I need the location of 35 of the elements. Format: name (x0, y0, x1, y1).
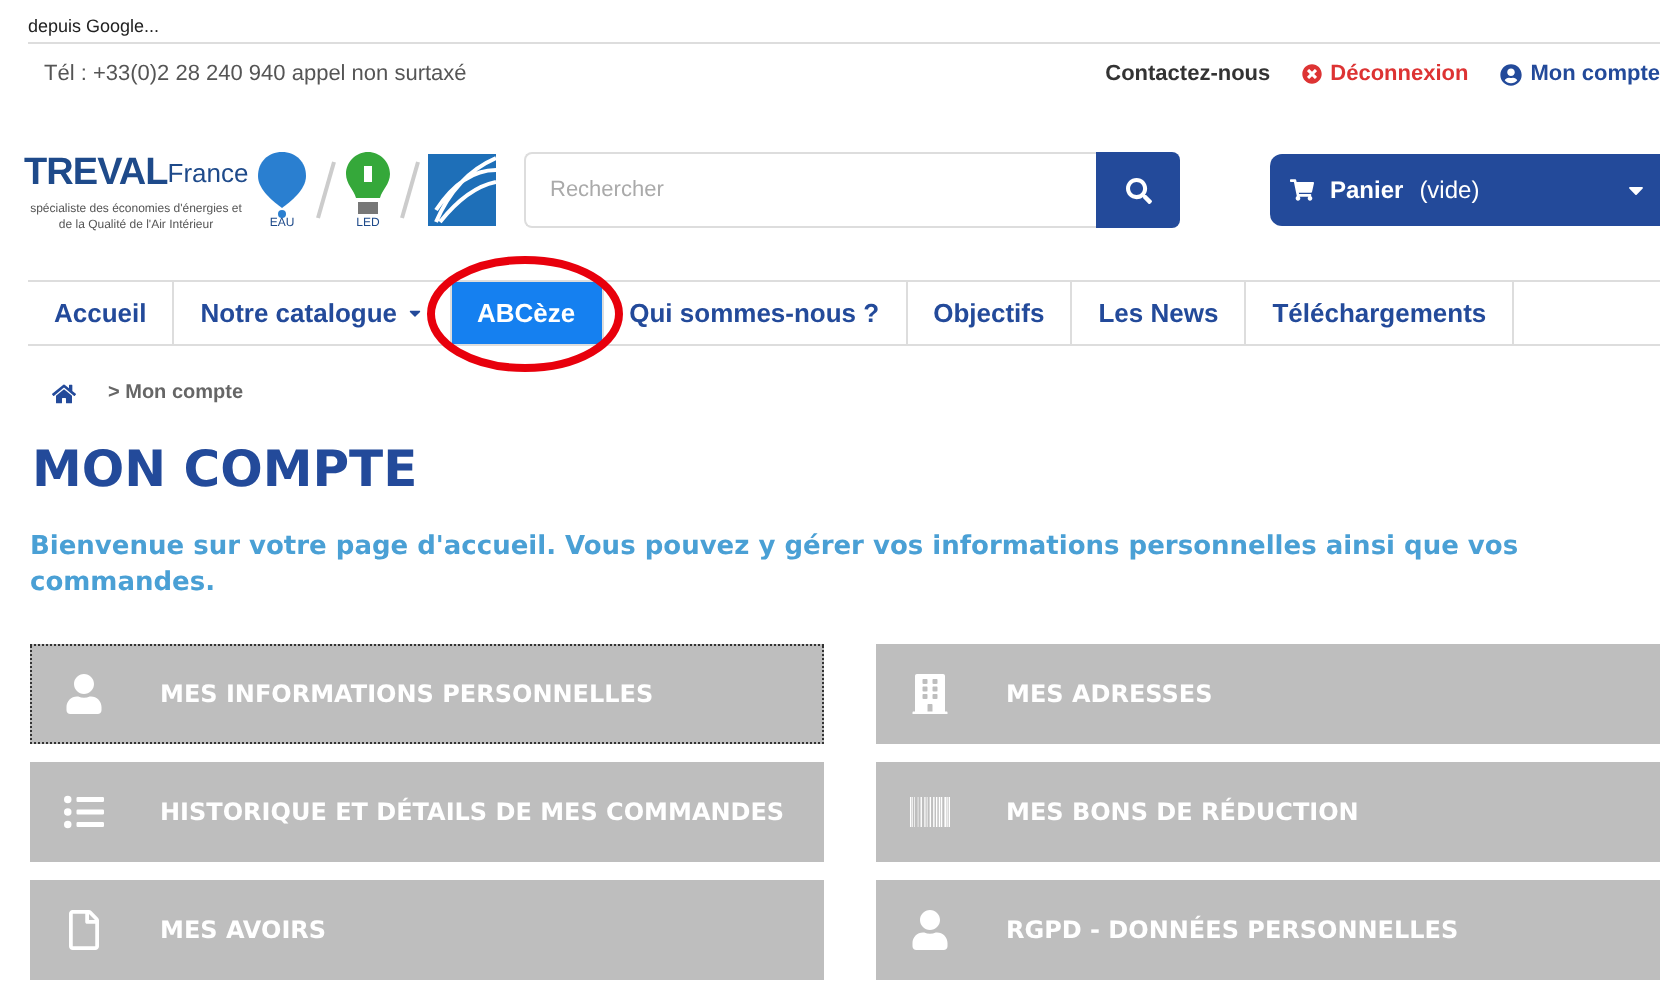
brand-suffix: France (167, 158, 249, 193)
barcode-icon (910, 792, 950, 832)
building-icon (910, 674, 950, 714)
top-strip-text: depuis Google... (28, 18, 160, 40)
search-field[interactable]: Rechercher (524, 152, 1096, 228)
home-icon[interactable] (52, 381, 76, 405)
contact-link[interactable]: Contactez-nous (1105, 57, 1271, 91)
bulb-icon (344, 150, 392, 218)
brand-name: TREVAL (24, 149, 168, 198)
stripes-logo-icon (428, 154, 496, 226)
file-icon (64, 910, 104, 950)
search-icon (1125, 177, 1151, 203)
nav-tab[interactable]: Les News (1072, 282, 1247, 344)
slash-divider (400, 160, 420, 220)
page-title: MON COMPTE (32, 444, 420, 494)
user-icon (910, 910, 950, 950)
user-icon (64, 674, 104, 714)
nav-tab[interactable]: Qui sommes-nous ? (603, 282, 908, 344)
user-icon (1500, 63, 1523, 85)
search-button[interactable] (1096, 152, 1180, 228)
nav-tab[interactable]: ABCèze (451, 282, 604, 344)
cart-button[interactable]: Panier (vide) (1270, 154, 1660, 226)
list-icon (64, 792, 104, 832)
breadcrumb-current: > Mon compte (108, 380, 244, 408)
balloon-icon (256, 150, 308, 218)
nav-tab[interactable]: Objectifs (907, 282, 1073, 344)
account-link[interactable]: Mon compte (1500, 57, 1660, 91)
nav-tab[interactable]: Accueil (28, 282, 175, 344)
nav-tab[interactable]: Téléchargements (1246, 282, 1515, 344)
close-icon (1302, 64, 1323, 84)
slash-divider (316, 160, 336, 220)
welcome-text: Bienvenue sur votre page d'accueil. Vous pouvez y gérer vos informations personnelles ainsi que vos commandes. (30, 530, 1521, 602)
phone-text: Tél : +33(0)2 28 240 940 appel non surtaxé (44, 59, 467, 90)
logout-link[interactable]: Déconnexion (1302, 57, 1469, 91)
cart-icon (1290, 178, 1314, 202)
